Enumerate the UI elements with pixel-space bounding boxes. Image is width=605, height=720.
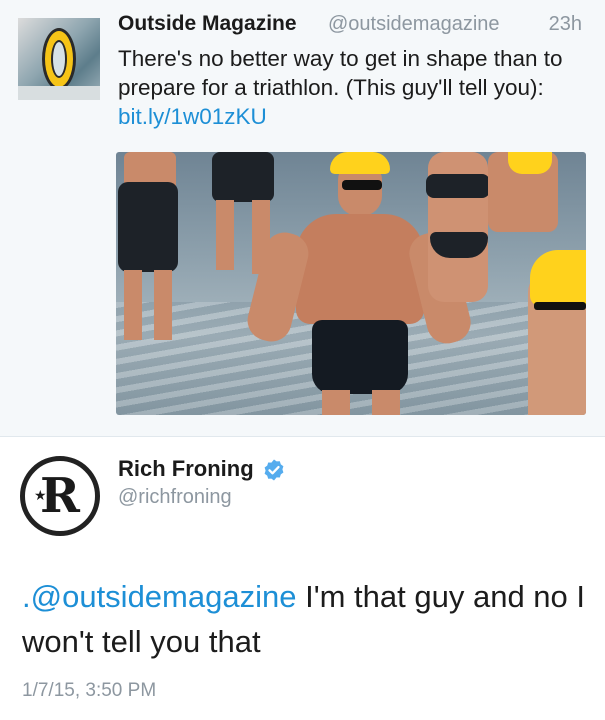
rich-froning-avatar[interactable]: ★ R	[20, 456, 100, 536]
yellow-cap	[530, 250, 586, 306]
tweet-body: There's no better way to get in shape th…	[118, 46, 563, 100]
tweet-link[interactable]: bit.ly/1w01zKU	[118, 104, 267, 129]
tweet-screenshot: Outside Magazine @outsidemagazine 23h Th…	[0, 0, 605, 720]
divider	[0, 436, 605, 437]
tweet-time[interactable]: 23h	[549, 13, 582, 36]
tweet-timestamp[interactable]: 1/7/15, 3:50 PM	[22, 680, 156, 702]
author-handle[interactable]: @outsidemagazine	[328, 13, 500, 36]
outside-logo-icon	[42, 28, 76, 90]
mention-link[interactable]: .@outsidemagazine	[22, 579, 296, 614]
author-name[interactable]: Rich Froning	[118, 456, 254, 482]
tweet-header: Outside Magazine @outsidemagazine 23h	[118, 12, 590, 42]
verified-badge-icon	[264, 459, 284, 481]
star-icon: ★	[34, 487, 47, 503]
goggles	[534, 302, 586, 310]
quoted-tweet[interactable]: Outside Magazine @outsidemagazine 23h Th…	[0, 0, 605, 436]
yellow-cap	[330, 152, 390, 174]
goggles	[342, 180, 382, 190]
author-handle[interactable]: @richfroning	[118, 486, 232, 509]
author-name[interactable]: Outside Magazine	[118, 12, 297, 36]
outside-magazine-avatar[interactable]	[18, 18, 100, 100]
tweet-text: There's no better way to get in shape th…	[118, 44, 588, 131]
tweet-photo[interactable]	[116, 152, 586, 415]
reply-text: .@outsidemagazine I'm that guy and no I …	[22, 574, 592, 664]
